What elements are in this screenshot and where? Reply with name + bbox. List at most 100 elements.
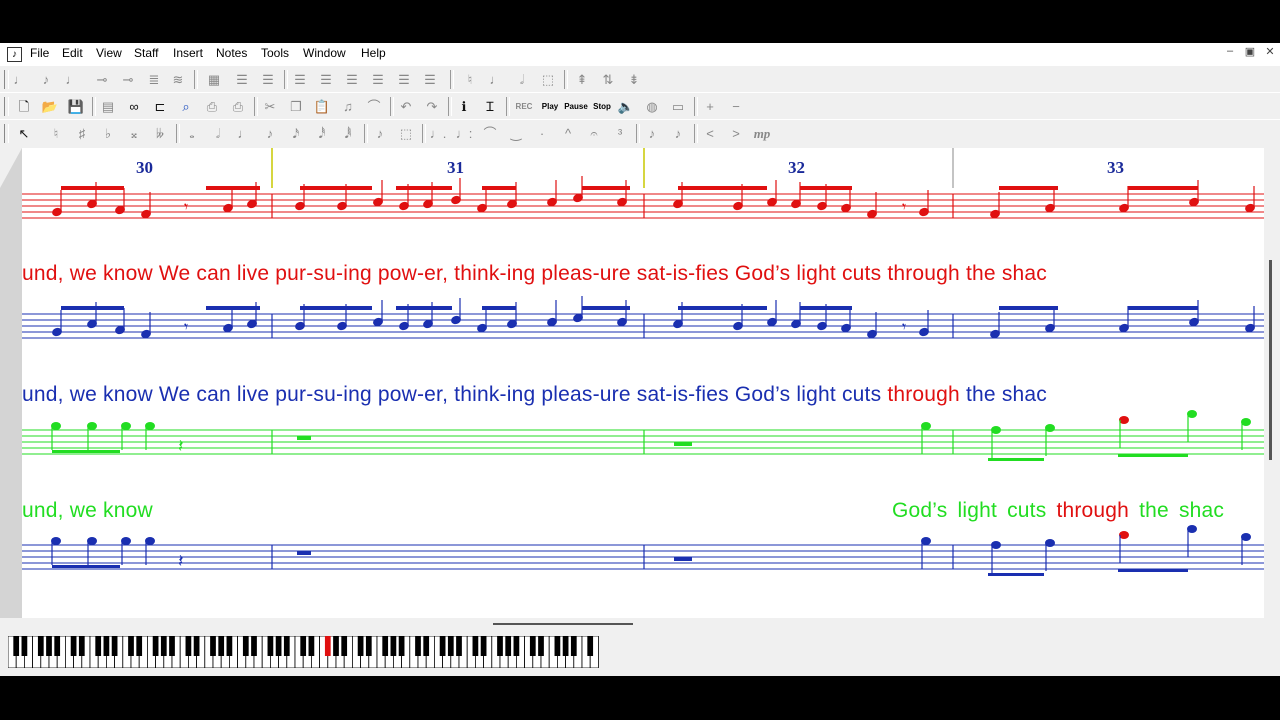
lyric-syllable[interactable]: light [796, 383, 842, 406]
piano-black-key[interactable] [538, 636, 544, 656]
toolbar-grip[interactable] [4, 97, 9, 116]
voice-1-icon[interactable]: ♩ [10, 70, 30, 89]
lyric-syllable[interactable]: through [1056, 499, 1139, 522]
lyric-syllable[interactable]: pow-er, [378, 383, 454, 406]
score-area[interactable]: 𝄾 𝄾 𝄾 𝄾 𝄽 𝄽 30 31 32 33 und, we know We can l… [22, 148, 1264, 618]
lyric-syllable[interactable]: light [958, 499, 1008, 522]
piano-black-key-active[interactable] [324, 636, 331, 656]
flag-up-icon[interactable]: ♪ [642, 124, 662, 143]
staccato-icon[interactable]: · [532, 124, 552, 143]
pause-button[interactable]: Pause [564, 97, 588, 116]
menu-notes[interactable]: Notes [216, 46, 247, 60]
piano-black-key[interactable] [480, 636, 487, 656]
piano-black-key[interactable] [382, 636, 389, 656]
lyric-syllable[interactable]: think-ing [454, 262, 541, 285]
piano-black-key[interactable] [447, 636, 454, 656]
piano-black-key[interactable] [185, 636, 192, 656]
lyric-syllable[interactable]: sat-is-fies [637, 262, 735, 285]
piano-black-key[interactable] [103, 636, 110, 656]
piano-black-key[interactable] [21, 636, 28, 656]
piano-black-key[interactable] [37, 636, 44, 656]
piano-black-key[interactable] [456, 636, 462, 656]
lyric-syllable[interactable]: through [887, 383, 966, 406]
proofread-icon[interactable]: ∞ [124, 97, 144, 116]
piano-black-key[interactable] [218, 636, 225, 656]
lyric-syllable[interactable]: pleas-ure [541, 383, 636, 406]
piano-black-key[interactable] [251, 636, 257, 656]
save-icon[interactable]: 💾 [66, 97, 86, 116]
flat-icon[interactable]: ♭ [98, 124, 118, 143]
lyric-syllable[interactable]: know [103, 262, 159, 285]
stop-button[interactable]: Stop [590, 97, 614, 116]
piano-black-key[interactable] [275, 636, 282, 656]
menu-window[interactable]: Window [303, 46, 346, 60]
transpose-icon[interactable]: ⇅ [598, 70, 618, 89]
whole-note-icon[interactable]: 𝅝 [182, 124, 202, 143]
slur-icon[interactable]: ‿ [506, 124, 526, 143]
lyric-syllable[interactable]: God’s [892, 499, 958, 522]
piano-black-key[interactable] [529, 636, 536, 656]
piano-black-key[interactable] [78, 636, 85, 656]
lyric-syllable[interactable]: shac [1002, 262, 1047, 285]
zoom-out-icon[interactable]: − [726, 97, 746, 116]
horizontal-scrollbar[interactable] [0, 618, 1280, 632]
scroll-thumb[interactable] [493, 623, 633, 625]
dotted-note-icon[interactable]: ♩. [428, 124, 448, 143]
decrescendo-icon[interactable]: > [726, 124, 746, 143]
piano-black-key[interactable] [54, 636, 61, 656]
copy-icon[interactable]: ❐ [286, 97, 306, 116]
scroll-thumb[interactable] [1269, 260, 1272, 460]
piano-black-key[interactable] [415, 636, 421, 656]
lyric-syllable[interactable]: pleas-ure [541, 262, 636, 285]
quarter-note-icon[interactable]: ♩ [234, 124, 254, 143]
metronome-icon[interactable]: ◍ [642, 97, 662, 116]
undo-icon[interactable]: ↶ [396, 97, 416, 116]
vertical-scrollbar[interactable] [1264, 148, 1280, 618]
volume-icon[interactable]: 🔈 [616, 97, 636, 116]
spacing-icon[interactable]: ☰ [420, 70, 440, 89]
play-button[interactable]: Play [538, 97, 562, 116]
piano-keyboard[interactable] [8, 636, 604, 668]
piano-black-key[interactable] [562, 636, 569, 656]
voice-2-icon[interactable]: ♪ [36, 70, 56, 89]
piano-black-key[interactable] [439, 636, 446, 656]
piano-black-key[interactable] [513, 636, 520, 656]
fermata-icon[interactable]: 𝄐 [584, 124, 604, 143]
piano-black-key[interactable] [46, 636, 52, 656]
lyric-syllable[interactable]: the [966, 383, 1002, 406]
align-right-icon[interactable]: ☰ [342, 70, 362, 89]
lyric-syllable[interactable]: pur-su-ing [275, 262, 378, 285]
piano-black-key[interactable] [587, 636, 594, 656]
crescendo-icon[interactable]: < [700, 124, 720, 143]
grace-note-icon[interactable]: ♪ [370, 124, 390, 143]
piano-black-key[interactable] [169, 636, 175, 656]
voice-3-icon[interactable]: ♩ [62, 70, 82, 89]
lyric-syllable[interactable]: we [70, 383, 103, 406]
tie-icon[interactable]: ⌒ [480, 124, 500, 143]
toolbar-grip[interactable] [4, 124, 9, 143]
paste-icon[interactable]: 📋 [312, 97, 332, 116]
lyric-syllable[interactable]: we [70, 262, 103, 285]
lyric-syllable[interactable]: God’s [735, 383, 797, 406]
lyric-syllable[interactable]: can [196, 383, 237, 406]
distribute-v-icon[interactable]: ☰ [394, 70, 414, 89]
print-preview-icon[interactable]: ⎙ [202, 97, 222, 116]
double-flat-icon[interactable]: 𝄫 [150, 124, 170, 143]
piano-black-key[interactable] [497, 636, 503, 656]
quarter-note-icon[interactable]: ♩ [486, 70, 506, 89]
sharp-icon[interactable]: ♯ [72, 124, 92, 143]
close-button[interactable]: ✕ [1262, 45, 1278, 58]
lyric-syllable[interactable]: live [237, 262, 275, 285]
lyric-syllable[interactable]: pur-su-ing [275, 383, 378, 406]
lyric-syllable[interactable]: shac [1002, 383, 1047, 406]
flag-down-icon[interactable]: ♪ [668, 124, 688, 143]
piano-black-key[interactable] [242, 636, 249, 656]
piano-black-key[interactable] [283, 636, 290, 656]
selection-box-icon[interactable]: ⬚ [538, 70, 558, 89]
lyric-syllable[interactable]: can [196, 262, 237, 285]
menu-insert[interactable]: Insert [173, 46, 203, 60]
piano-black-key[interactable] [128, 636, 134, 656]
lyric-syllable[interactable]: We [159, 262, 197, 285]
dynamic-button[interactable]: mp [752, 124, 772, 143]
half-note-icon[interactable]: 𝅗𝅥 [512, 70, 532, 89]
